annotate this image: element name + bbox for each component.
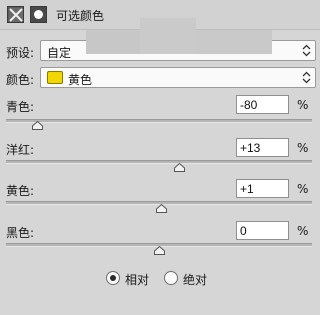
slider-thumb[interactable] bbox=[31, 121, 43, 130]
radio-label: 绝对 bbox=[183, 273, 208, 287]
slider-thumb[interactable] bbox=[173, 163, 185, 172]
layer-mask-icon[interactable] bbox=[30, 6, 47, 23]
colors-value: 黄色 bbox=[68, 73, 93, 87]
color-swatch bbox=[47, 71, 63, 84]
slider-thumb[interactable] bbox=[155, 204, 167, 213]
percent-sign: % bbox=[297, 141, 309, 155]
preset-label: 预设: bbox=[6, 46, 35, 60]
slider-label: 青色: bbox=[6, 100, 35, 114]
slider-label: 洋红: bbox=[6, 143, 35, 157]
slider-label: 黑色: bbox=[6, 226, 35, 240]
panel-title: 可选颜色 bbox=[56, 9, 105, 23]
colors-dropdown[interactable]: 黄色 bbox=[40, 67, 316, 88]
preset-value: 自定 bbox=[47, 46, 72, 60]
updown-chevron-icon bbox=[302, 71, 311, 84]
value-input[interactable]: +13 bbox=[236, 138, 289, 157]
radio-selected-dot bbox=[110, 275, 116, 281]
value-input[interactable]: +1 bbox=[236, 179, 289, 198]
value-input[interactable]: -80 bbox=[236, 95, 289, 114]
obscured-region bbox=[86, 30, 140, 54]
slider-track[interactable] bbox=[6, 119, 312, 123]
percent-sign: % bbox=[297, 224, 309, 238]
mask-dot-icon bbox=[34, 10, 43, 19]
radio-button[interactable] bbox=[106, 271, 120, 285]
slider-track[interactable] bbox=[6, 160, 312, 164]
percent-sign: % bbox=[297, 98, 309, 112]
adjustment-layer-icon[interactable] bbox=[7, 6, 24, 23]
radio-button[interactable] bbox=[164, 271, 178, 285]
cross-box-icon bbox=[9, 8, 23, 22]
obscured-region bbox=[196, 30, 272, 54]
obscured-region bbox=[140, 18, 196, 54]
colors-label: 颜色: bbox=[6, 73, 35, 87]
selective-color-panel: 可选颜色 预设: 自定 颜色: 黄色 青色: -80 % 洋红: +13 % 黄… bbox=[0, 0, 320, 315]
radio-label: 相对 bbox=[125, 273, 150, 287]
updown-chevron-icon bbox=[302, 44, 311, 57]
percent-sign: % bbox=[297, 182, 309, 196]
slider-thumb[interactable] bbox=[154, 246, 165, 255]
slider-label: 黄色: bbox=[6, 184, 35, 198]
value-input[interactable]: 0 bbox=[236, 221, 289, 240]
